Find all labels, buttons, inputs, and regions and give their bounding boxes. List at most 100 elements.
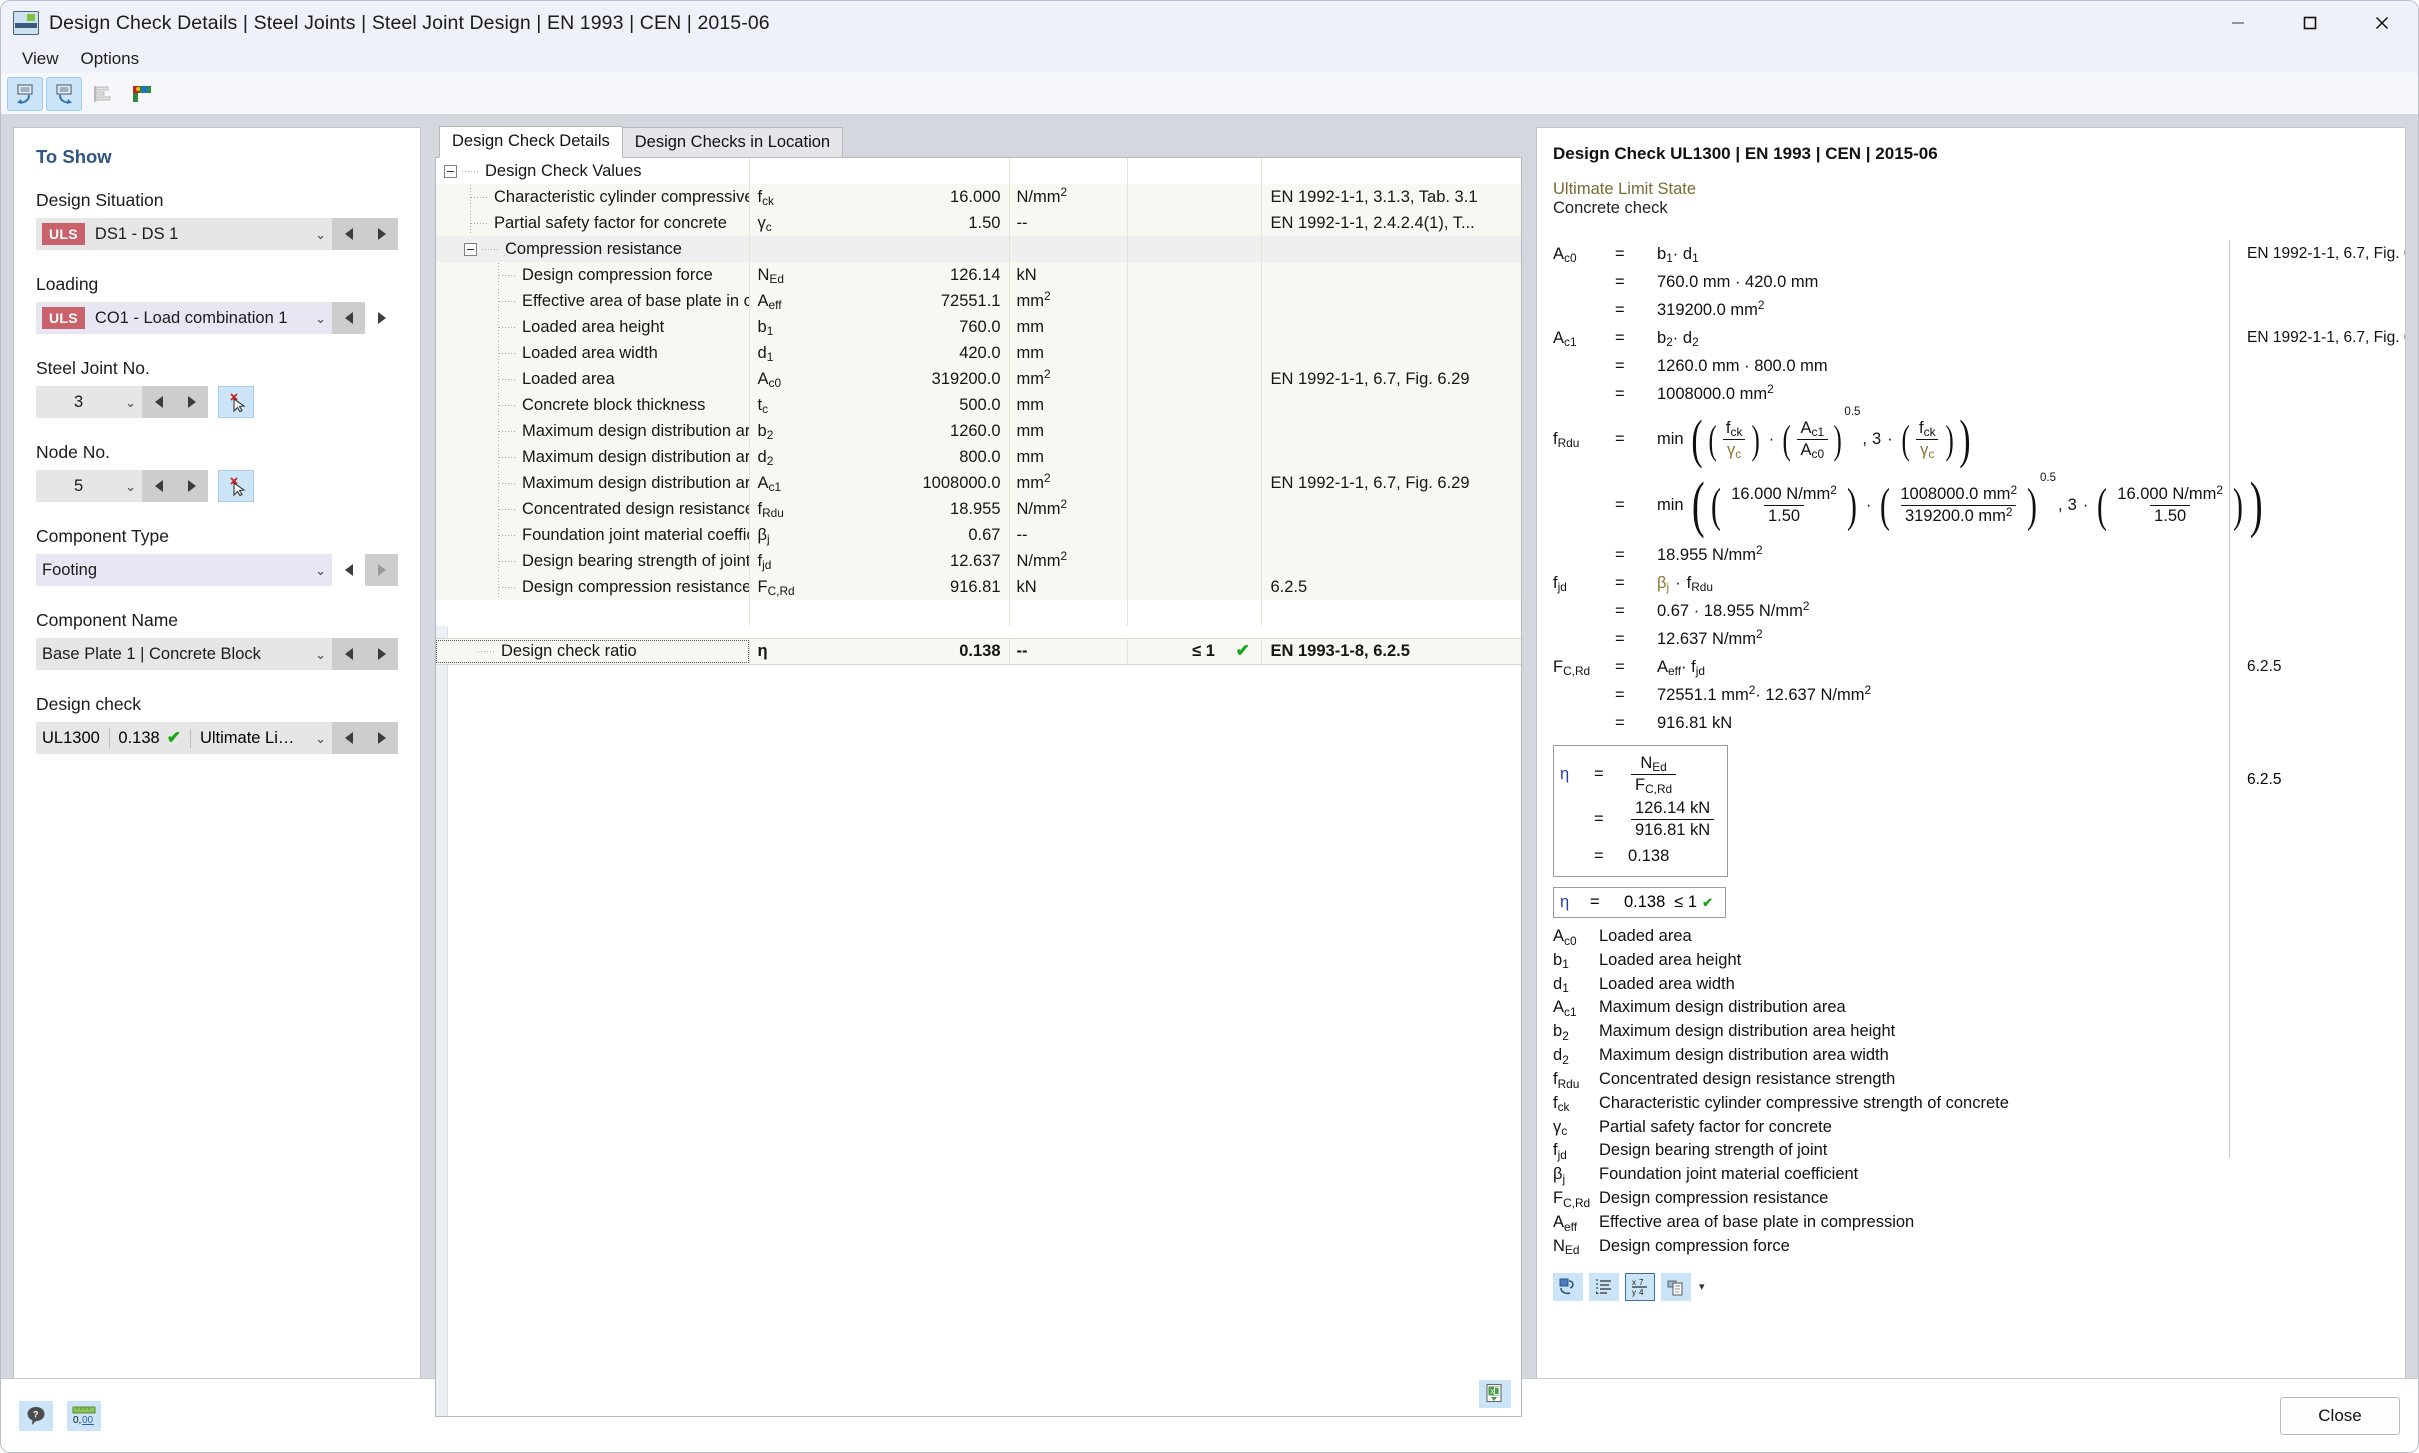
table-row[interactable]: Loaded area width d1 420.0 mm bbox=[436, 340, 1521, 366]
expr-ac0-result: 319200.0 mm 2 bbox=[1657, 297, 1765, 319]
row-description: Design compression resistance bbox=[436, 574, 749, 600]
row-check bbox=[1225, 184, 1261, 210]
table-cell-empty bbox=[1225, 236, 1261, 262]
design-situation-prev-button[interactable] bbox=[332, 218, 365, 250]
row-value: 18.955 bbox=[867, 496, 1009, 522]
row-limit bbox=[1126, 314, 1225, 340]
design-situation-field: Design Situation ULS DS1 - DS 1 ⌄ bbox=[36, 190, 398, 250]
tab-design-checks-in-location[interactable]: Design Checks in Location bbox=[621, 127, 844, 158]
table-row[interactable]: Maximum design distribution area Ac1 10080… bbox=[436, 470, 1521, 496]
table-cell-empty bbox=[1225, 600, 1261, 626]
design-check-prev-button[interactable] bbox=[332, 722, 365, 754]
tree-group-row[interactable]: Compression resistance bbox=[436, 236, 1521, 262]
menu-options[interactable]: Options bbox=[70, 46, 151, 72]
row-check bbox=[1225, 444, 1261, 470]
svg-text:y: y bbox=[1632, 1288, 1636, 1297]
loading-next-button[interactable] bbox=[365, 302, 398, 334]
node-no-combo[interactable]: 5 ⌄ bbox=[36, 470, 142, 502]
expander-icon[interactable] bbox=[464, 242, 477, 256]
steel-joint-prev-button[interactable] bbox=[142, 386, 175, 418]
component-name-combo[interactable]: Base Plate 1 | Concrete Block ⌄ bbox=[36, 638, 332, 670]
design-check-combo[interactable]: UL1300 0.138 ✔ Ultimate Limit State | C.… bbox=[36, 722, 332, 754]
component-name-label: Component Name bbox=[36, 610, 179, 630]
title-bar: Design Check Details | Steel Joints | St… bbox=[1, 1, 2418, 45]
node-prev-button[interactable] bbox=[142, 470, 175, 502]
steel-joint-no-combo[interactable]: 3 ⌄ bbox=[36, 386, 142, 418]
table-row[interactable]: Design bearing strength of joint fjd 12.63… bbox=[436, 548, 1521, 574]
table-cell-empty bbox=[748, 600, 867, 626]
menu-view[interactable]: View bbox=[11, 46, 70, 72]
loading-prev-button[interactable] bbox=[332, 302, 365, 334]
eta-summary-box: η = 0.138 ≤ 1 ✔ bbox=[1553, 887, 1727, 918]
units-decimal-icon[interactable]: 0, 00 bbox=[67, 1400, 101, 1431]
formula-values-icon[interactable]: x 7 y 4 bbox=[1625, 1272, 1655, 1301]
print-options-caret-icon[interactable]: ▾ bbox=[1699, 1280, 1705, 1293]
row-description: Partial safety factor for concrete bbox=[436, 210, 749, 236]
loading-combo[interactable]: ULS CO1 - Load combination 1 ⌄ bbox=[36, 302, 332, 334]
ratio-symbol: η bbox=[748, 637, 867, 665]
row-symbol: d1 bbox=[748, 340, 867, 366]
color-result-icon[interactable] bbox=[124, 77, 160, 111]
print-report-icon[interactable] bbox=[1661, 1272, 1691, 1301]
legend-symbol: γc bbox=[1553, 1117, 1568, 1139]
maximize-button[interactable] bbox=[2274, 1, 2346, 45]
table-scroll-region[interactable]: Design Check Values Characteristic cylind… bbox=[436, 158, 1521, 1416]
select-joint-in-model-icon[interactable] bbox=[218, 386, 254, 418]
table-row[interactable]: Design compression force NEd 126.14 kN bbox=[436, 262, 1521, 288]
svg-text:0,: 0, bbox=[73, 1415, 81, 1426]
chevron-down-icon[interactable]: ⌄ bbox=[115, 396, 136, 409]
chevron-down-icon[interactable]: ⌄ bbox=[115, 480, 136, 493]
select-node-in-model-icon[interactable] bbox=[218, 470, 254, 502]
excel-export-icon[interactable]: X bbox=[1479, 1380, 1511, 1408]
table-row[interactable]: Concentrated design resistance strengthf… bbox=[436, 496, 1521, 522]
row-limit bbox=[1126, 288, 1225, 314]
component-type-next-button[interactable] bbox=[365, 554, 398, 586]
design-check-ratio-row[interactable]: Design check ratio η 0.138 -- ≤ 1 ✔ EN 1993-1-… bbox=[436, 637, 1521, 665]
table-row[interactable]: Maximum design distribution area heightb… bbox=[436, 418, 1521, 444]
chevron-down-icon[interactable]: ⌄ bbox=[305, 228, 326, 241]
help-balloon-icon[interactable]: ? bbox=[19, 1400, 53, 1431]
expander-icon[interactable] bbox=[444, 164, 457, 178]
component-name-prev-button[interactable] bbox=[332, 638, 365, 670]
row-check bbox=[1225, 340, 1261, 366]
chevron-down-icon[interactable]: ⌄ bbox=[305, 312, 326, 325]
tree-root-row[interactable]: Design Check Values bbox=[436, 158, 1521, 184]
table-row[interactable]: Maximum design distribution area widthd2… bbox=[436, 444, 1521, 470]
refresh-results-icon[interactable] bbox=[1553, 1272, 1583, 1301]
row-reference: EN 1992-1-1, 2.4.2.4(1), T... bbox=[1260, 210, 1521, 236]
list-view-icon[interactable] bbox=[1589, 1272, 1619, 1301]
component-type-prev-button[interactable] bbox=[332, 554, 365, 586]
table-row[interactable]: Loaded area height b1 760.0 mm bbox=[436, 314, 1521, 340]
row-value: 0.67 bbox=[867, 522, 1009, 548]
table-row[interactable]: Effective area of base plate in compress… bbox=[436, 288, 1521, 314]
table-row[interactable]: Design compression resistance FC,Rd 916.81… bbox=[436, 574, 1521, 600]
chevron-down-icon[interactable]: ⌄ bbox=[305, 648, 326, 661]
component-type-label: Component Type bbox=[36, 526, 169, 546]
design-situation-next-button[interactable] bbox=[365, 218, 398, 250]
steel-joint-next-button[interactable] bbox=[175, 386, 208, 418]
table-row[interactable]: Partial safety factor for concrete γc 1.50… bbox=[436, 210, 1521, 236]
menu-bar: View Options bbox=[1, 45, 2418, 73]
design-check-next-button[interactable] bbox=[365, 722, 398, 754]
table-row[interactable]: Characteristic cylinder compressive stre… bbox=[436, 184, 1521, 210]
table-row[interactable]: Concrete block thickness tc 500.0 mm bbox=[436, 392, 1521, 418]
component-type-combo[interactable]: Footing ⌄ bbox=[36, 554, 332, 586]
legend-row: βj Foundation joint material coefficient bbox=[1553, 1166, 2387, 1185]
factor-3-2: 3 bbox=[2067, 496, 2077, 514]
design-situation-combo[interactable]: ULS DS1 - DS 1 ⌄ bbox=[36, 218, 332, 250]
chevron-down-icon[interactable]: ⌄ bbox=[305, 732, 326, 745]
next-check-icon[interactable] bbox=[46, 76, 82, 111]
ratio-reference: EN 1993-1-8, 6.2.5 bbox=[1260, 637, 1521, 665]
table-row[interactable]: Loaded area Ac0 319200.0 mm2 EN 1992-1-1, 6.… bbox=[436, 366, 1521, 392]
close-window-button[interactable] bbox=[2346, 1, 2418, 45]
chevron-down-icon[interactable]: ⌄ bbox=[305, 564, 326, 577]
symbol-frdu: fRdu bbox=[1553, 429, 1580, 451]
table-row[interactable]: Foundation joint material coefficientβj0… bbox=[436, 522, 1521, 548]
minimize-button[interactable] bbox=[2202, 1, 2274, 45]
row-symbol: NEd bbox=[748, 262, 867, 288]
tab-design-check-details[interactable]: Design Check Details bbox=[439, 126, 623, 158]
node-next-button[interactable] bbox=[175, 470, 208, 502]
component-name-next-button[interactable] bbox=[365, 638, 398, 670]
result-diagram-icon[interactable] bbox=[85, 77, 121, 111]
previous-check-icon[interactable] bbox=[7, 76, 43, 111]
